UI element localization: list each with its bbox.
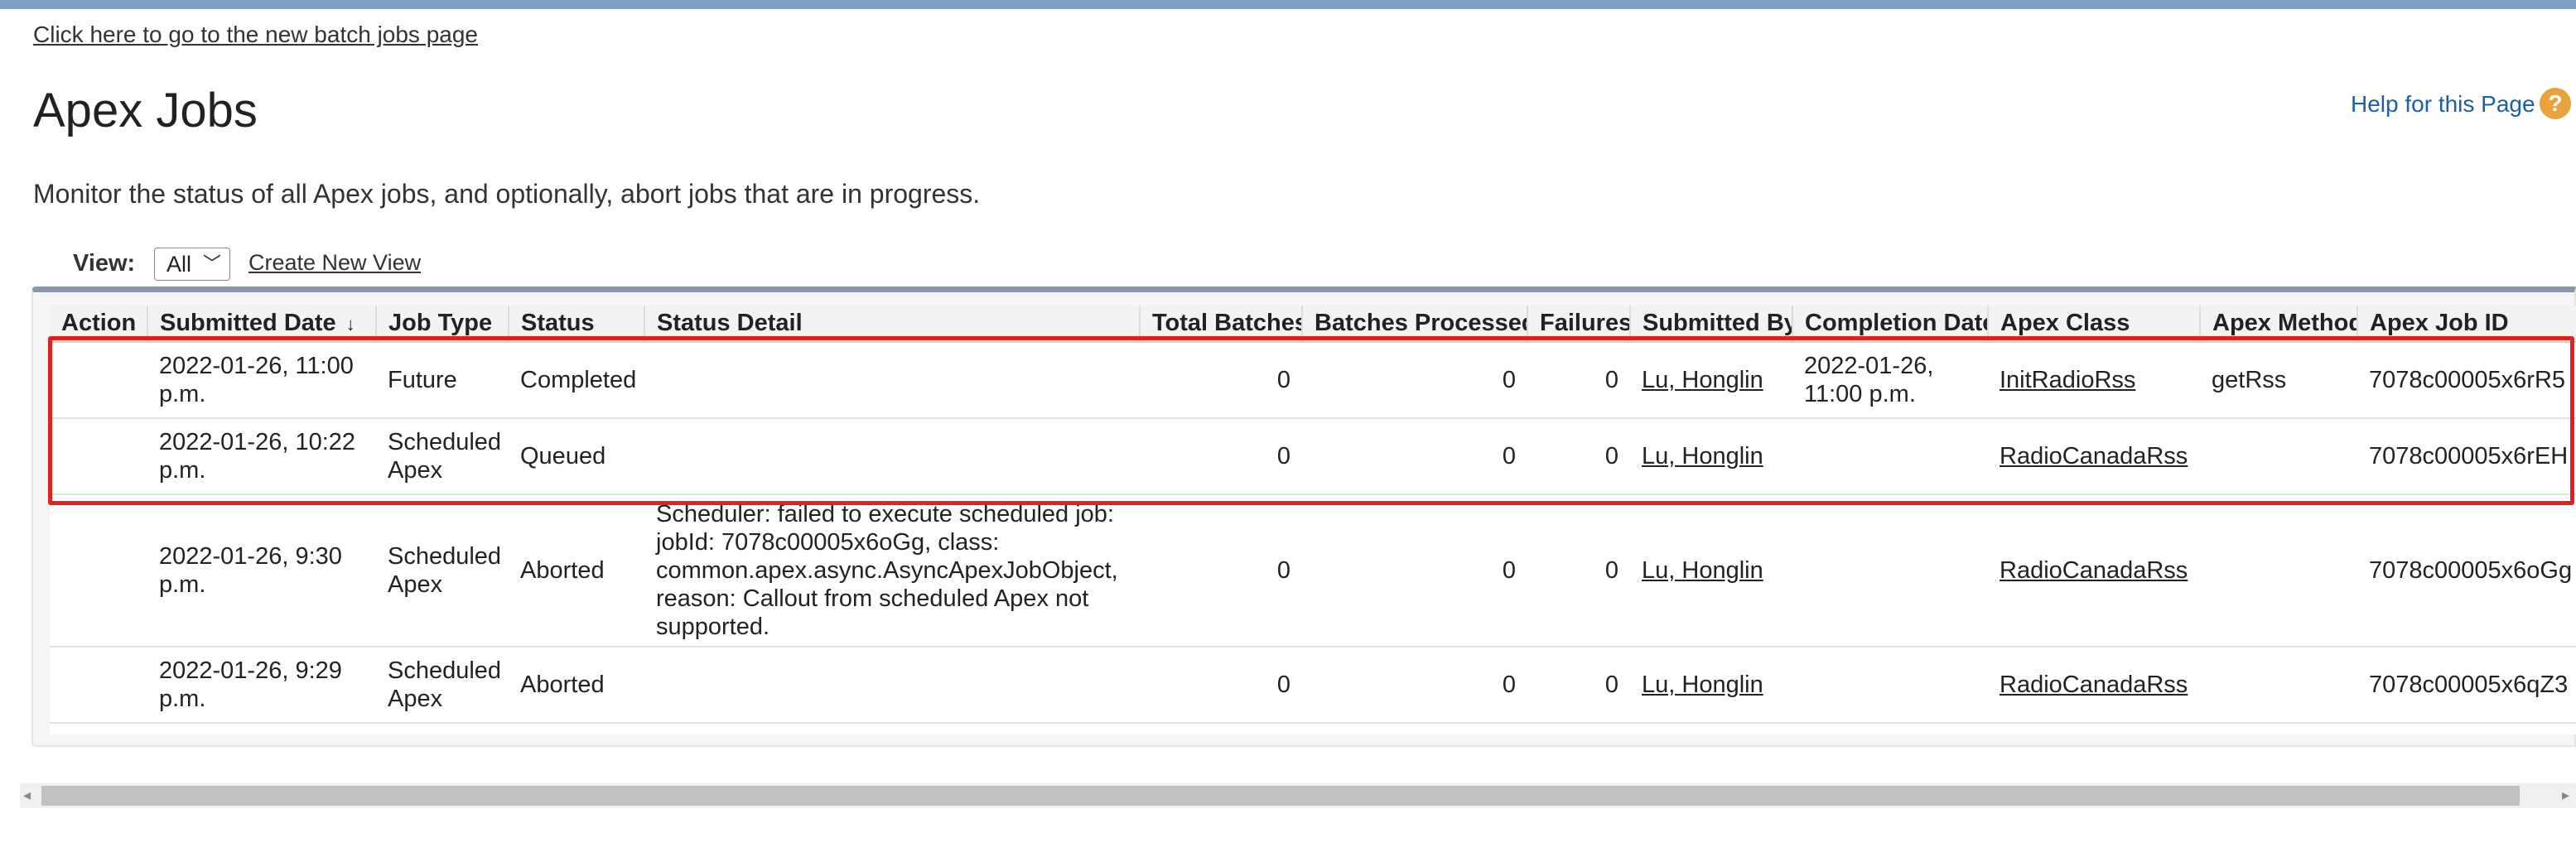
table-row: 2022-01-26, 11:00 p.m. Future Completed …: [50, 342, 2576, 419]
sort-desc-icon: ↓: [345, 314, 355, 335]
page-description: Monitor the status of all Apex jobs, and…: [33, 179, 981, 209]
page-title: Apex Jobs: [33, 84, 258, 137]
cell-submitted-by: Lu, Honglin: [1630, 647, 1792, 724]
new-batch-jobs-link[interactable]: Click here to go to the new batch jobs p…: [33, 22, 478, 48]
cell-action: [50, 647, 147, 724]
cell-apex-method: [2200, 647, 2357, 724]
cell-job-type: Scheduled Apex: [376, 418, 509, 495]
view-label: View:: [73, 250, 136, 277]
horizontal-scrollbar[interactable]: ◂ ▸: [20, 783, 2576, 808]
cell-total-batches: 0: [1140, 418, 1302, 495]
cell-apex-method: getRss: [2200, 342, 2357, 419]
col-submitted-by[interactable]: Submitted By: [1630, 306, 1793, 343]
cell-status: Completed: [509, 342, 644, 419]
col-apex-class[interactable]: Apex Class: [1988, 306, 2201, 343]
col-action: Action: [50, 306, 148, 343]
submitted-by-link[interactable]: Lu, Honglin: [1642, 367, 1763, 393]
cell-job-type: Scheduled Apex: [376, 494, 509, 648]
cell-total-batches: 0: [1140, 342, 1302, 419]
apex-class-link[interactable]: RadioCanadaRss: [2000, 672, 2188, 698]
top-header-band: [0, 0, 2576, 9]
table-row: 2022-01-26, 10:22 p.m. Scheduled Apex Qu…: [50, 418, 2576, 495]
col-batches-processed[interactable]: Batches Processed: [1302, 306, 1528, 343]
table-row: 2022-01-26, 9:29 p.m. Scheduled Apex Abo…: [50, 647, 2576, 724]
cell-apex-class: RadioCanadaRss: [1988, 647, 2200, 724]
apex-jobs-table: Action Submitted Date ↓ Job Type Status S…: [50, 306, 2576, 724]
col-submitted-date-label: Submitted Date: [160, 310, 336, 336]
cell-batches-processed: 0: [1302, 494, 1527, 648]
apex-class-link[interactable]: InitRadioRss: [2000, 367, 2135, 393]
cell-status: Aborted: [509, 647, 644, 724]
cell-status-detail: Scheduler: failed to execute scheduled j…: [644, 494, 1140, 648]
cell-job-type: Scheduled Apex: [376, 647, 509, 724]
col-total-batches[interactable]: Total Batches: [1140, 306, 1303, 343]
cell-failures: 0: [1527, 342, 1630, 419]
cell-failures: 0: [1527, 418, 1630, 495]
apex-class-link[interactable]: RadioCanadaRss: [2000, 557, 2188, 584]
table-row: 2022-01-26, 9:30 p.m. Scheduled Apex Abo…: [50, 494, 2576, 648]
help-icon[interactable]: ?: [2540, 88, 2571, 119]
cell-apex-class: InitRadioRss: [1988, 342, 2200, 419]
cell-apex-job-id: 7078c00005x6rEH: [2357, 418, 2576, 495]
create-new-view-link[interactable]: Create New View: [248, 250, 421, 276]
cell-completion-date: [1792, 418, 1988, 495]
cell-apex-job-id: 7078c00005x6rR5: [2357, 342, 2576, 419]
cell-apex-class: RadioCanadaRss: [1988, 418, 2200, 495]
cell-completion-date: [1792, 647, 1988, 724]
cell-submitted-date: 2022-01-26, 10:22 p.m.: [147, 418, 376, 495]
submitted-by-link[interactable]: Lu, Honglin: [1642, 672, 1763, 698]
cell-action: [50, 342, 147, 419]
help-link[interactable]: Help for this Page: [2351, 91, 2535, 118]
col-submitted-date[interactable]: Submitted Date ↓: [147, 306, 377, 343]
col-failures[interactable]: Failures: [1527, 306, 1631, 343]
cell-submitted-by: Lu, Honglin: [1630, 418, 1792, 495]
cell-submitted-date: 2022-01-26, 9:29 p.m.: [147, 647, 376, 724]
scroll-left-icon[interactable]: ◂: [23, 787, 31, 804]
table-header-row: Action Submitted Date ↓ Job Type Status S…: [50, 306, 2576, 343]
col-status[interactable]: Status: [509, 306, 645, 343]
jobs-table-viewport: Action Submitted Date ↓ Job Type Status S…: [50, 306, 2576, 734]
col-apex-method[interactable]: Apex Method: [2200, 306, 2358, 343]
view-select-value: All: [166, 252, 192, 277]
cell-failures: 0: [1527, 647, 1630, 724]
cell-status: Queued: [509, 418, 644, 495]
cell-status: Aborted: [509, 494, 644, 648]
cell-failures: 0: [1527, 494, 1630, 648]
submitted-by-link[interactable]: Lu, Honglin: [1642, 557, 1763, 584]
cell-submitted-by: Lu, Honglin: [1630, 342, 1792, 419]
jobs-list-panel: Action Submitted Date ↓ Job Type Status S…: [31, 286, 2576, 747]
apex-class-link[interactable]: RadioCanadaRss: [2000, 443, 2188, 469]
cell-submitted-date: 2022-01-26, 11:00 p.m.: [147, 342, 376, 419]
cell-action: [50, 418, 147, 495]
scroll-right-icon[interactable]: ▸: [2562, 787, 2569, 804]
submitted-by-link[interactable]: Lu, Honglin: [1642, 443, 1763, 469]
cell-apex-job-id: 7078c00005x6oGg: [2357, 494, 2576, 648]
cell-action: [50, 494, 147, 648]
cell-total-batches: 0: [1140, 494, 1302, 648]
col-completion-date[interactable]: Completion Date: [1792, 306, 1989, 343]
cell-apex-method: [2200, 418, 2357, 495]
chevron-down-icon: ﹀: [202, 253, 221, 274]
cell-status-detail: [644, 418, 1140, 495]
cell-job-type: Future: [376, 342, 509, 419]
cell-batches-processed: 0: [1302, 342, 1527, 419]
col-job-type[interactable]: Job Type: [376, 306, 509, 343]
scrollbar-thumb[interactable]: [41, 786, 2520, 806]
view-select[interactable]: All ﹀: [154, 248, 230, 281]
cell-apex-job-id: 7078c00005x6qZ3: [2357, 647, 2576, 724]
cell-status-detail: [644, 647, 1140, 724]
cell-completion-date: [1792, 494, 1988, 648]
cell-batches-processed: 0: [1302, 418, 1527, 495]
col-apex-job-id[interactable]: Apex Job ID: [2357, 306, 2576, 343]
cell-submitted-by: Lu, Honglin: [1630, 494, 1792, 648]
cell-batches-processed: 0: [1302, 647, 1527, 724]
cell-completion-date: 2022-01-26, 11:00 p.m.: [1792, 342, 1988, 419]
cell-apex-method: [2200, 494, 2357, 648]
cell-apex-class: RadioCanadaRss: [1988, 494, 2200, 648]
cell-submitted-date: 2022-01-26, 9:30 p.m.: [147, 494, 376, 648]
cell-status-detail: [644, 342, 1140, 419]
cell-total-batches: 0: [1140, 647, 1302, 724]
col-status-detail[interactable]: Status Detail: [644, 306, 1141, 343]
